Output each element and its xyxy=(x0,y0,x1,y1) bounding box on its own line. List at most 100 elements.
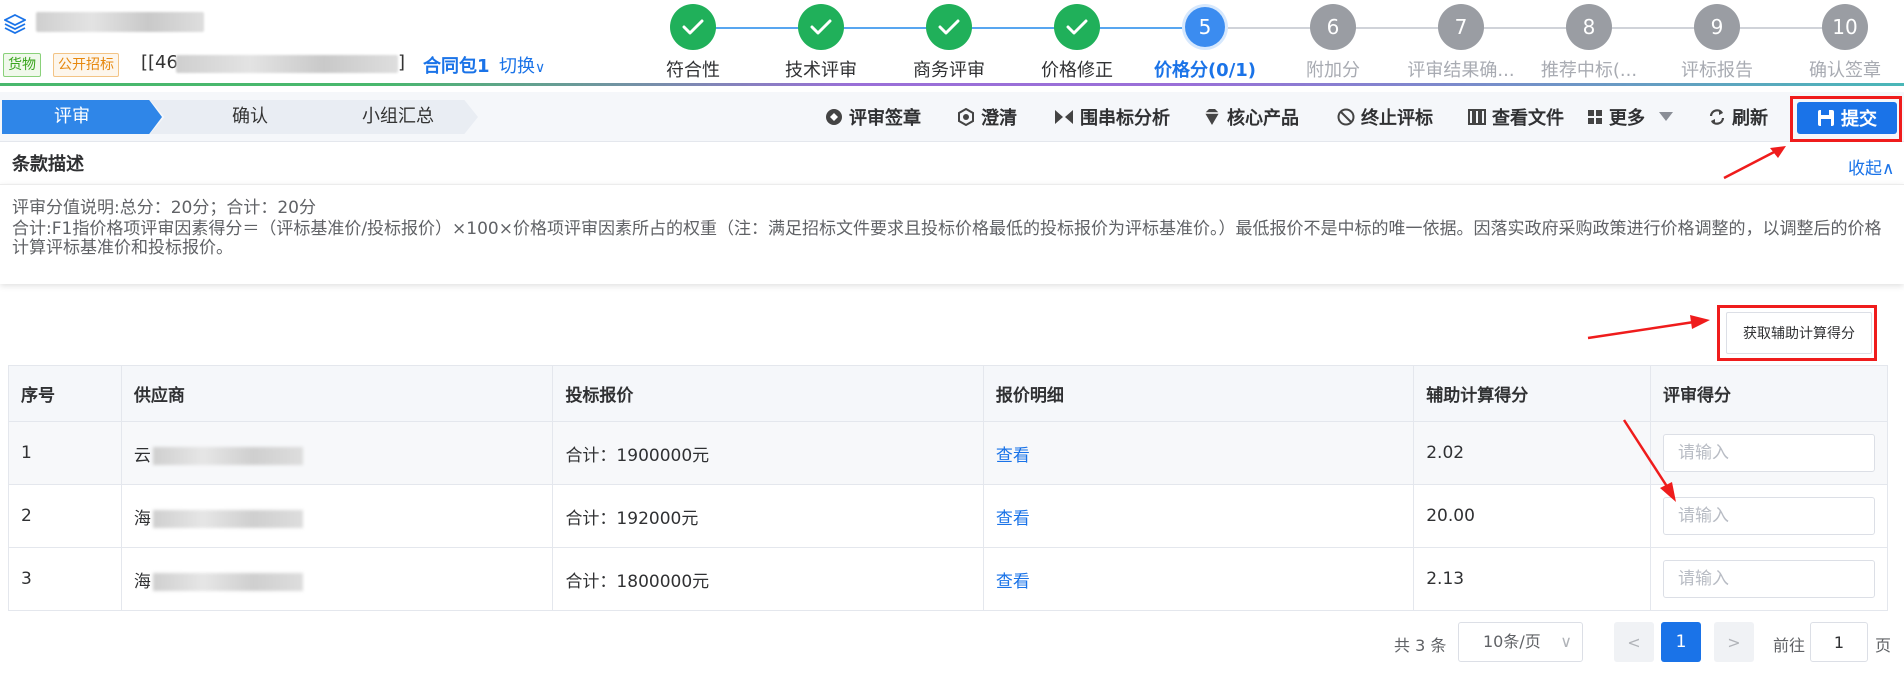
chevron-down-icon: ∨ xyxy=(1560,632,1572,651)
review-score-cell xyxy=(1649,421,1889,485)
project-code-redacted xyxy=(176,55,398,73)
step-number: 9 xyxy=(1694,4,1740,50)
goto-suffix: 页 xyxy=(1875,636,1892,655)
step-number: 5 xyxy=(1185,7,1225,47)
supplier-cell: 海 xyxy=(120,484,554,548)
flow-step-review[interactable]: 评审 xyxy=(2,100,162,134)
clause-title: 条款描述 xyxy=(12,154,84,175)
supplier-name-redacted xyxy=(152,509,303,528)
view-files-button[interactable]: 查看文件 xyxy=(1468,104,1564,130)
tag-goods: 货物 xyxy=(3,53,41,77)
step-number: 8 xyxy=(1566,4,1612,50)
toolbar: 小组汇总 确认 评审 评审签章 澄清 围串标分析 核心产品 终止评标 查看文件 … xyxy=(0,92,1904,142)
project-code-prefix: [[46 xyxy=(141,52,178,73)
review-sign-button[interactable]: 评审签章 xyxy=(825,104,921,130)
chevron-up-icon: ∧ xyxy=(1882,159,1895,179)
next-page-button[interactable]: > xyxy=(1714,622,1754,662)
row-index: 3 xyxy=(8,547,122,611)
project-title-redacted xyxy=(36,12,204,32)
page-size-select[interactable]: 10条/页 ∨ xyxy=(1458,622,1583,662)
project-code-suffix: ] xyxy=(398,52,406,73)
step-10[interactable]: 10 确认签章 xyxy=(1785,4,1904,82)
step-8[interactable]: 8 推荐中标(... xyxy=(1529,4,1649,82)
prev-page-button[interactable]: < xyxy=(1614,622,1654,662)
review-score-input[interactable] xyxy=(1662,434,1875,472)
supplier-cell: 云 xyxy=(120,421,554,485)
view-detail-link[interactable]: 查看 xyxy=(996,509,1030,529)
step-2[interactable]: 技术评审 xyxy=(761,4,881,82)
flow-step-confirm[interactable]: 确认 xyxy=(150,100,330,134)
goto-page-input[interactable] xyxy=(1810,622,1868,662)
step-label: 评审结果确... xyxy=(1407,60,1515,81)
chevron-down-icon: ∨ xyxy=(535,60,546,76)
step-7[interactable]: 7 评审结果确... xyxy=(1401,4,1521,82)
more-button[interactable]: 更多 xyxy=(1587,104,1679,130)
step-9[interactable]: 9 评标报告 xyxy=(1657,4,1777,82)
step-1[interactable]: 符合性 xyxy=(633,4,753,82)
step-number: 10 xyxy=(1822,4,1868,50)
price-formula-text: 合计:F1指价格项评审因素得分＝（评标基准价/投标报价）×100×价格项评审因素… xyxy=(12,219,1882,258)
supplier-name-redacted xyxy=(152,446,303,465)
table-row: 1 云 合计：1900000元 查看 2.02 xyxy=(8,421,1889,485)
step-label: 评标报告 xyxy=(1681,60,1753,81)
terminate-review-button[interactable]: 终止评标 xyxy=(1337,104,1433,130)
header: 货物 公开招标 [[46 ] 合同包1 切换∨ 符合性 技术评审 商务评审 价格修正 5… xyxy=(0,0,1904,86)
view-detail-link[interactable]: 查看 xyxy=(996,446,1030,466)
aux-score: 2.13 xyxy=(1413,547,1651,611)
price-detail-cell: 查看 xyxy=(982,547,1415,611)
column-header-aux-score: 辅助计算得分 xyxy=(1413,365,1651,422)
review-score-input[interactable] xyxy=(1662,497,1875,535)
column-header-supplier: 供应商 xyxy=(120,365,554,422)
progress-strip xyxy=(0,83,1904,86)
step-label: 价格修正 xyxy=(1041,60,1113,81)
clarify-button[interactable]: 澄清 xyxy=(957,104,1017,130)
seal-icon xyxy=(826,109,842,125)
collapse-link[interactable]: 收起∧ xyxy=(1848,154,1894,179)
check-icon xyxy=(670,4,716,50)
core-product-button[interactable]: 核心产品 xyxy=(1203,104,1299,130)
annotation-box-aux xyxy=(1717,305,1877,361)
package-name: 合同包1 xyxy=(423,56,490,77)
annotation-arrow-aux xyxy=(1587,315,1710,340)
review-score-cell xyxy=(1649,547,1889,611)
refresh-button[interactable]: 刷新 xyxy=(1708,104,1768,130)
column-header-price-detail: 报价明细 xyxy=(982,365,1415,422)
caret-down-icon xyxy=(1659,112,1673,121)
clause-description: 评审分值说明:总分：20分；合计：20分 合计:F1指价格项评审因素得分＝（评标… xyxy=(0,184,1904,284)
step-6[interactable]: 6 附加分 xyxy=(1273,4,1393,82)
check-icon xyxy=(1054,4,1100,50)
table-row: 2 海 合计：192000元 查看 20.00 xyxy=(8,484,1889,548)
bid-price: 合计：1900000元 xyxy=(552,421,984,485)
price-detail-cell: 查看 xyxy=(982,484,1415,548)
bid-price: 合计：192000元 xyxy=(552,484,984,548)
step-label: 符合性 xyxy=(666,60,720,81)
supplier-cell: 海 xyxy=(120,547,554,611)
view-detail-link[interactable]: 查看 xyxy=(996,572,1030,592)
step-4[interactable]: 价格修正 xyxy=(1017,4,1137,82)
column-header-review-score: 评审得分 xyxy=(1649,365,1889,422)
bid-table: 序号 供应商 投标报价 报价明细 辅助计算得分 评审得分 1 云 合计：1900… xyxy=(8,365,1889,611)
annotation-arrow-submit xyxy=(1723,146,1786,180)
annotation-arrow-input xyxy=(1622,419,1676,502)
step-number: 7 xyxy=(1438,4,1484,50)
step-label: 确认签章 xyxy=(1809,60,1881,81)
column-header-bid-price: 投标报价 xyxy=(552,365,984,422)
page-number-current[interactable]: 1 xyxy=(1661,622,1701,662)
stop-icon xyxy=(1337,108,1355,126)
row-index: 2 xyxy=(8,484,122,548)
refresh-icon xyxy=(1709,109,1725,125)
goto-label: 前往 xyxy=(1773,636,1806,655)
collusion-analysis-button[interactable]: 围串标分析 xyxy=(1054,104,1170,130)
step-label: 价格分(0/1) xyxy=(1153,60,1257,81)
flow-step-group-summary[interactable]: 小组汇总 xyxy=(308,100,478,134)
review-score-input[interactable] xyxy=(1662,560,1875,598)
step-3[interactable]: 商务评审 xyxy=(889,4,1009,82)
bid-price: 合计：1800000元 xyxy=(552,547,984,611)
switch-package-button[interactable]: 切换∨ xyxy=(499,52,545,78)
check-icon xyxy=(798,4,844,50)
step-5[interactable]: 5 价格分(0/1) xyxy=(1145,4,1265,82)
table-row: 3 海 合计：1800000元 查看 2.13 xyxy=(8,547,1889,611)
chevron-right-icon: > xyxy=(1727,632,1741,652)
step-label: 技术评审 xyxy=(785,60,857,81)
score-summary-text: 评审分值说明:总分：20分；合计：20分 xyxy=(12,198,316,218)
